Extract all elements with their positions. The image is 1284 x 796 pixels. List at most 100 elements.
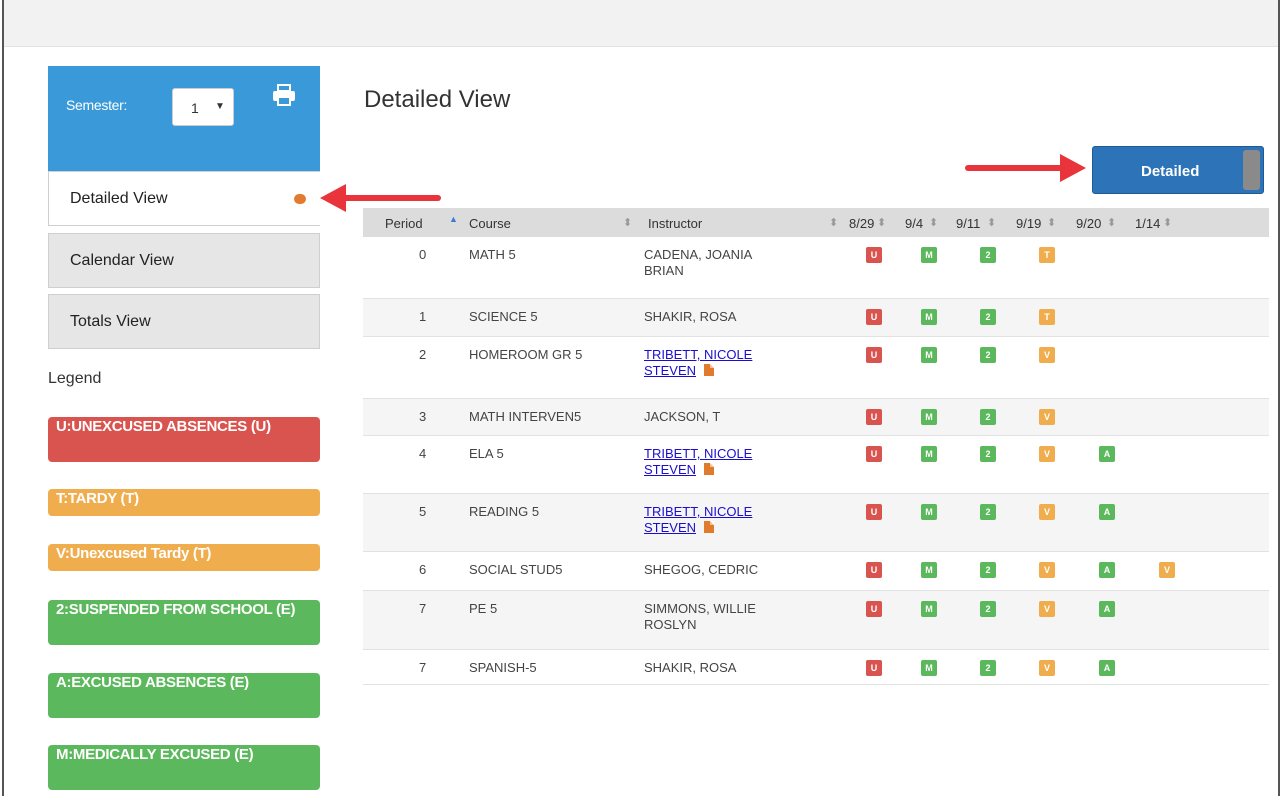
col-header-instructor[interactable]: Instructor <box>648 216 702 231</box>
attendance-code-badge: A <box>1099 660 1115 676</box>
instructor-name: JACKSON, T <box>644 409 721 424</box>
attendance-code-badge: V <box>1039 562 1055 578</box>
attendance-code-badge: M <box>921 562 937 578</box>
document-icon[interactable] <box>704 463 715 475</box>
period-cell: 5 <box>419 504 427 519</box>
course-cell: HOMEROOM GR 5 <box>469 347 583 362</box>
instructor-link[interactable]: STEVEN <box>644 363 696 378</box>
table-row: 3 MATH INTERVEN5 JACKSON, T U M 2 V <box>363 399 1269 436</box>
attendance-code-badge: T <box>1039 247 1055 263</box>
period-cell: 3 <box>419 409 427 424</box>
course-cell: MATH 5 <box>469 247 516 262</box>
legend-badge-tardy: T:TARDY (T) <box>48 489 320 516</box>
instructor-link[interactable]: STEVEN <box>644 520 696 535</box>
document-icon[interactable] <box>704 364 715 376</box>
period-cell: 2 <box>419 347 427 362</box>
col-header-period[interactable]: Period <box>385 216 423 231</box>
instructor-name: BRIAN <box>644 263 684 278</box>
attendance-code-badge: V <box>1039 347 1055 363</box>
sort-icon[interactable]: ⬍ <box>1107 216 1116 229</box>
attendance-code-badge: M <box>921 504 937 520</box>
sort-icon[interactable]: ⬍ <box>987 216 996 229</box>
attendance-code-badge: 2 <box>980 409 996 425</box>
table-row: 7 SPANISH-5 SHAKIR, ROSA U M 2 V A <box>363 650 1269 685</box>
legend-badge-medically-excused: M:MEDICALLY EXCUSED (E) <box>48 745 320 790</box>
instructor-cell[interactable]: TRIBETT, NICOLE STEVEN <box>644 446 752 478</box>
col-header-date-2[interactable]: 9/4 <box>905 216 923 231</box>
attendance-code-badge: 2 <box>980 504 996 520</box>
attendance-code-badge: 2 <box>980 247 996 263</box>
attendance-code-badge: A <box>1099 562 1115 578</box>
instructor-cell: SIMMONS, WILLIE ROSLYN <box>644 601 756 633</box>
attendance-code-badge: V <box>1039 504 1055 520</box>
semester-select[interactable]: 1 ▼ <box>172 88 234 126</box>
attendance-code-badge: T <box>1039 309 1055 325</box>
attendance-code-badge: V <box>1039 409 1055 425</box>
attendance-code-badge: U <box>866 247 882 263</box>
course-cell: SPANISH-5 <box>469 660 537 675</box>
attendance-code-badge: M <box>921 409 937 425</box>
attendance-code-badge: M <box>921 660 937 676</box>
legend-badge-suspended: 2:SUSPENDED FROM SCHOOL (E) <box>48 600 320 645</box>
sort-icon[interactable]: ⬍ <box>877 216 886 229</box>
tab-calendar-view[interactable]: Calendar View <box>48 233 320 288</box>
chevron-down-icon: ▼ <box>215 101 225 112</box>
page-title: Detailed View <box>364 86 511 113</box>
attendance-code-badge: U <box>866 347 882 363</box>
period-cell: 6 <box>419 562 427 577</box>
instructor-link[interactable]: STEVEN <box>644 462 696 477</box>
sort-icon[interactable]: ⬍ <box>929 216 938 229</box>
period-cell: 4 <box>419 446 427 461</box>
sort-ascending-icon[interactable]: ▲ <box>449 214 458 224</box>
sort-icon[interactable]: ⬍ <box>829 216 838 229</box>
instructor-link[interactable]: TRIBETT, NICOLE <box>644 504 752 519</box>
instructor-name: SIMMONS, WILLIE <box>644 601 756 616</box>
col-header-date-5[interactable]: 9/20 <box>1076 216 1101 231</box>
toggle-handle[interactable] <box>1243 150 1260 190</box>
instructor-cell[interactable]: TRIBETT, NICOLE STEVEN <box>644 504 752 536</box>
table-row: 4 ELA 5 TRIBETT, NICOLE STEVEN U M 2 V A <box>363 436 1269 494</box>
document-icon[interactable] <box>704 521 715 533</box>
attendance-code-badge: V <box>1039 446 1055 462</box>
period-cell: 0 <box>419 247 427 262</box>
instructor-cell[interactable]: TRIBETT, NICOLE STEVEN <box>644 347 752 379</box>
legend-badge-unexcused-tardy: V:Unexcused Tardy (T) <box>48 544 320 571</box>
col-header-date-3[interactable]: 9/11 <box>956 216 980 231</box>
course-cell: PE 5 <box>469 601 498 616</box>
semester-value: 1 <box>191 100 199 116</box>
attendance-code-badge: U <box>866 504 882 520</box>
col-header-course[interactable]: Course <box>469 216 511 231</box>
tab-detailed-view[interactable]: Detailed View <box>48 171 320 226</box>
table-row: 6 SOCIAL STUD5 SHEGOG, CEDRIC U M 2 V A V <box>363 552 1269 591</box>
col-header-date-6[interactable]: 1/14 <box>1135 216 1160 231</box>
period-cell: 7 <box>419 601 427 616</box>
col-header-date-1[interactable]: 8/29 <box>849 216 874 231</box>
period-cell: 7 <box>419 660 427 675</box>
tab-totals-view-label: Totals View <box>70 313 151 330</box>
instructor-cell: SHAKIR, ROSA <box>644 660 736 676</box>
instructor-name: CADENA, JOANIA <box>644 247 753 262</box>
course-cell: ELA 5 <box>469 446 504 461</box>
annotation-arrow-left-icon <box>320 184 441 212</box>
sort-icon[interactable]: ⬍ <box>623 216 632 229</box>
course-cell: MATH INTERVEN5 <box>469 409 582 424</box>
instructor-name: SHAKIR, ROSA <box>644 660 737 675</box>
instructor-link[interactable]: TRIBETT, NICOLE <box>644 347 752 362</box>
sort-icon[interactable]: ⬍ <box>1047 216 1056 229</box>
active-dot-icon <box>294 194 306 204</box>
sort-icon[interactable]: ⬍ <box>1163 216 1172 229</box>
attendance-code-badge: M <box>921 247 937 263</box>
semester-label: Semester: <box>66 97 128 113</box>
instructor-link[interactable]: TRIBETT, NICOLE <box>644 446 752 461</box>
view-toggle-button[interactable]: Detailed <box>1092 146 1264 194</box>
instructor-cell: JACKSON, T <box>644 409 720 425</box>
print-icon[interactable] <box>272 84 296 106</box>
col-header-date-4[interactable]: 9/19 <box>1016 216 1041 231</box>
attendance-code-badge: A <box>1099 504 1115 520</box>
tab-totals-view[interactable]: Totals View <box>48 294 320 349</box>
attendance-code-badge: 2 <box>980 446 996 462</box>
table-row: 0 MATH 5 CADENA, JOANIA BRIAN U M 2 T <box>363 237 1269 299</box>
attendance-code-badge: 2 <box>980 347 996 363</box>
semester-panel: Semester: 1 ▼ <box>48 66 320 171</box>
view-toggle-label: Detailed <box>1141 163 1200 180</box>
